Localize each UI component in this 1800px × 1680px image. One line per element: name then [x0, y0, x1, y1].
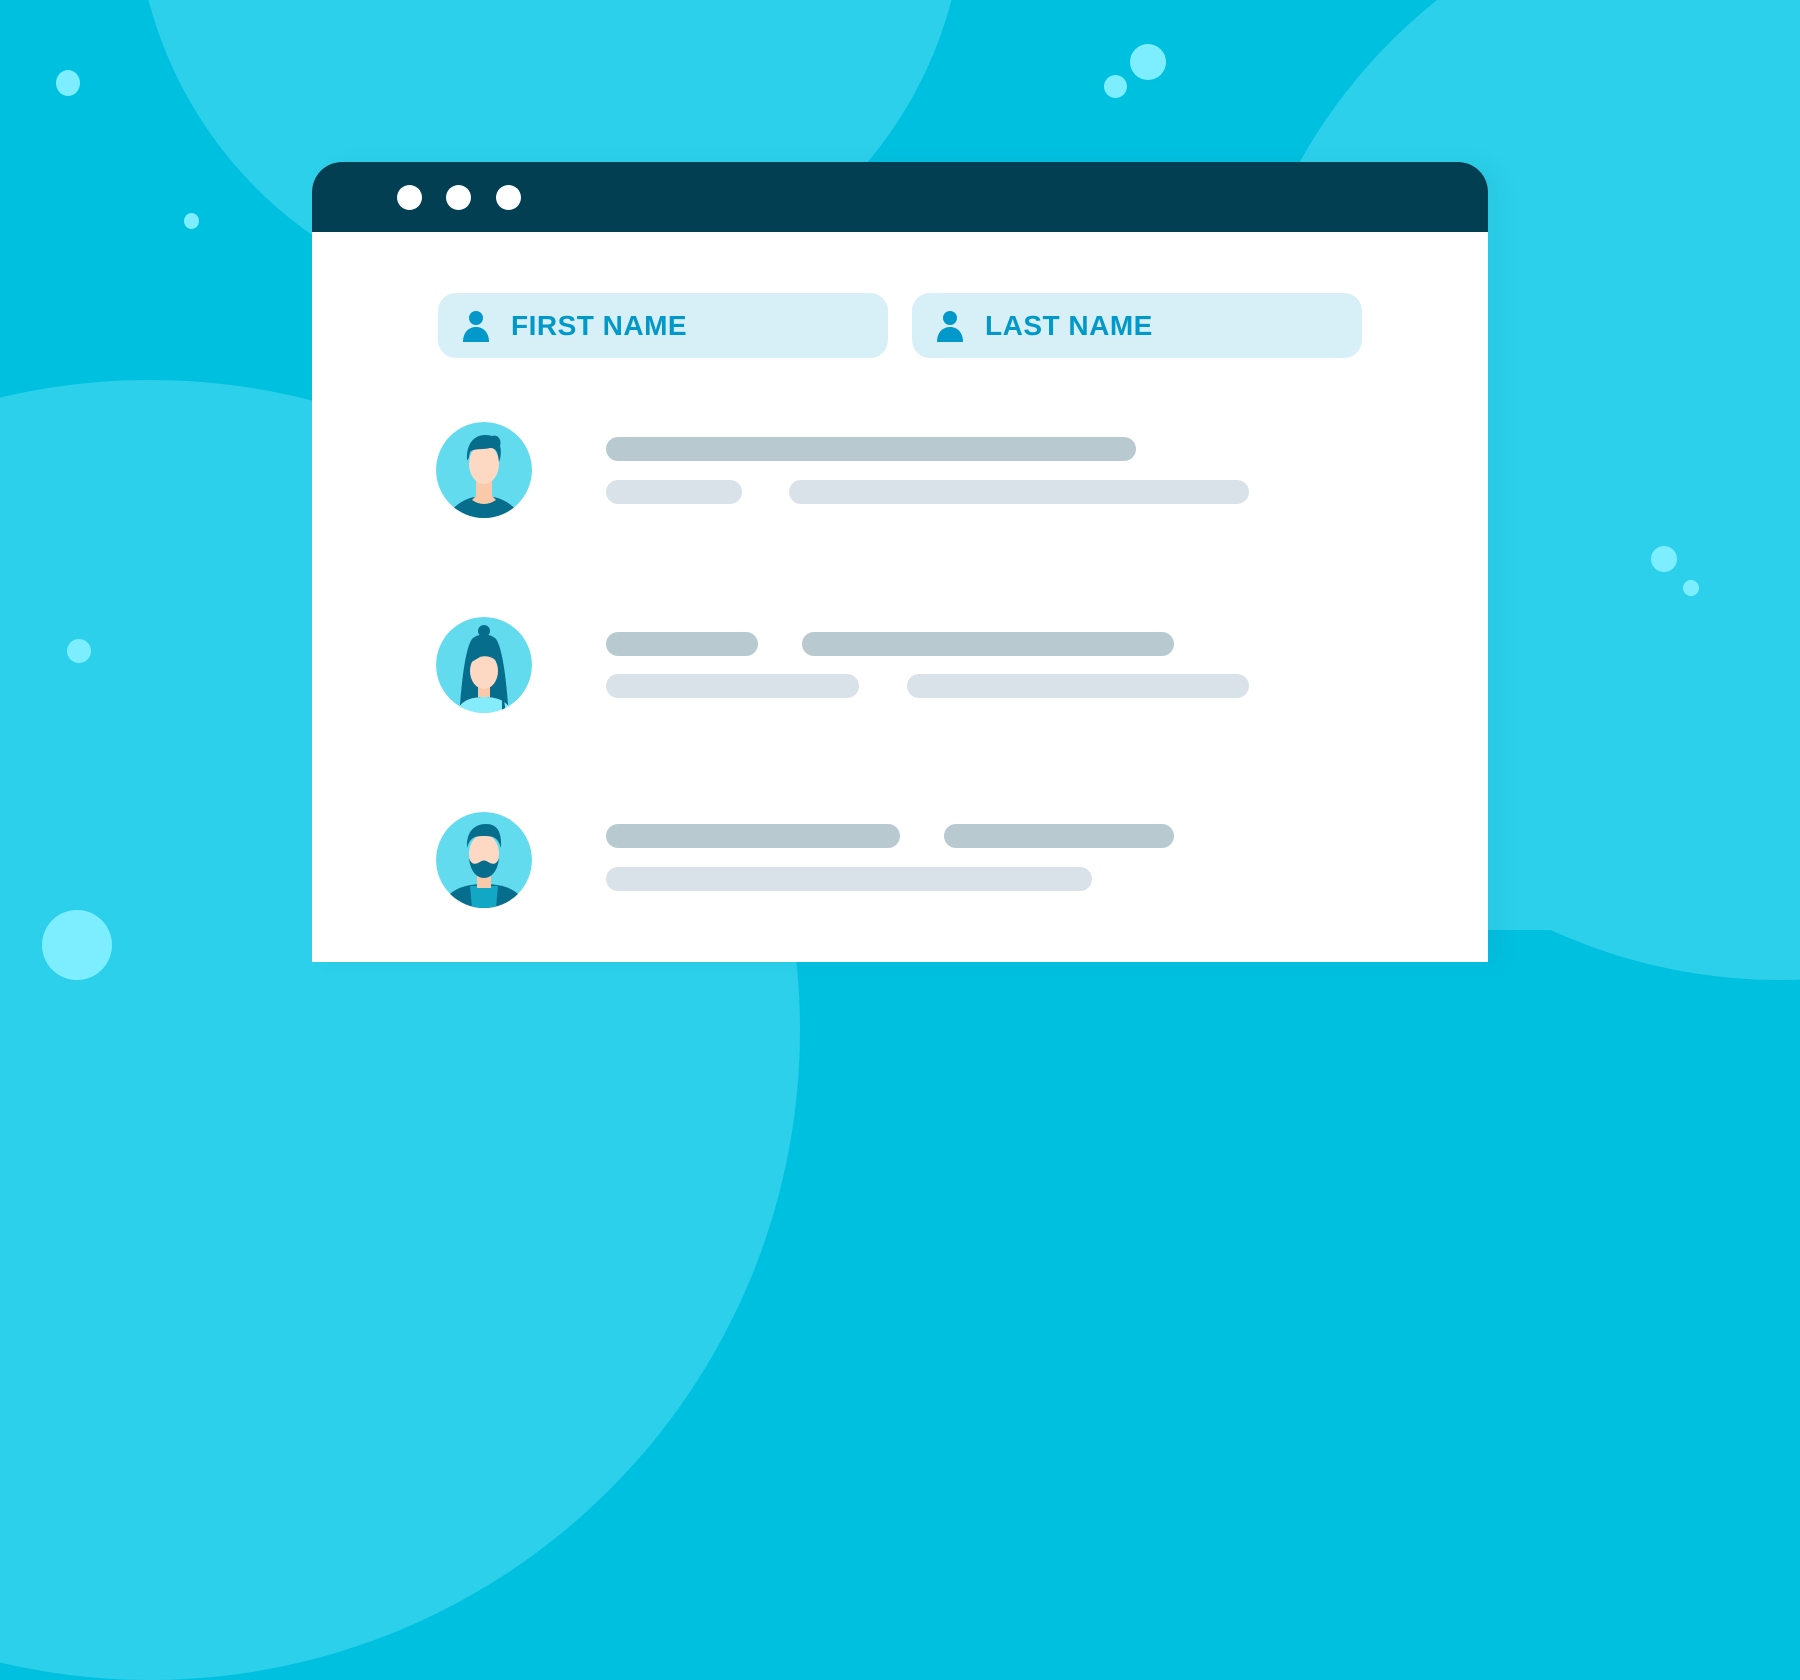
avatar-bearded-man	[436, 812, 532, 908]
placeholder-line	[606, 632, 758, 656]
last-name-label: LAST NAME	[985, 309, 1153, 341]
last-name-field[interactable]: LAST NAME	[912, 293, 1362, 358]
bubble	[1104, 75, 1127, 98]
bubble	[184, 213, 199, 229]
window-dot-icon[interactable]	[446, 185, 471, 210]
window-dot-icon[interactable]	[397, 185, 422, 210]
first-name-field[interactable]: FIRST NAME	[438, 293, 888, 358]
placeholder-line	[606, 674, 859, 698]
bubble	[1651, 546, 1677, 572]
bubble	[1683, 580, 1699, 596]
bubble	[1130, 44, 1166, 80]
bubble	[42, 910, 112, 980]
first-name-label: FIRST NAME	[511, 309, 688, 341]
window-dot-icon[interactable]	[496, 185, 521, 210]
placeholder-line	[907, 674, 1249, 698]
placeholder-line	[606, 437, 1136, 461]
placeholder-line	[606, 867, 1092, 891]
avatar-woman-long-hair	[436, 617, 532, 713]
browser-window: FIRST NAME LAST NAME	[312, 162, 1488, 962]
bubble	[67, 639, 91, 663]
placeholder-line	[606, 824, 900, 848]
window-title-bar	[312, 162, 1488, 232]
placeholder-line	[802, 632, 1174, 656]
bubble	[56, 70, 80, 96]
placeholder-line	[789, 480, 1249, 504]
user-icon	[463, 310, 489, 342]
avatar-man-short-hair	[436, 422, 532, 518]
placeholder-line	[944, 824, 1174, 848]
placeholder-line	[606, 480, 742, 504]
user-icon	[937, 310, 963, 342]
